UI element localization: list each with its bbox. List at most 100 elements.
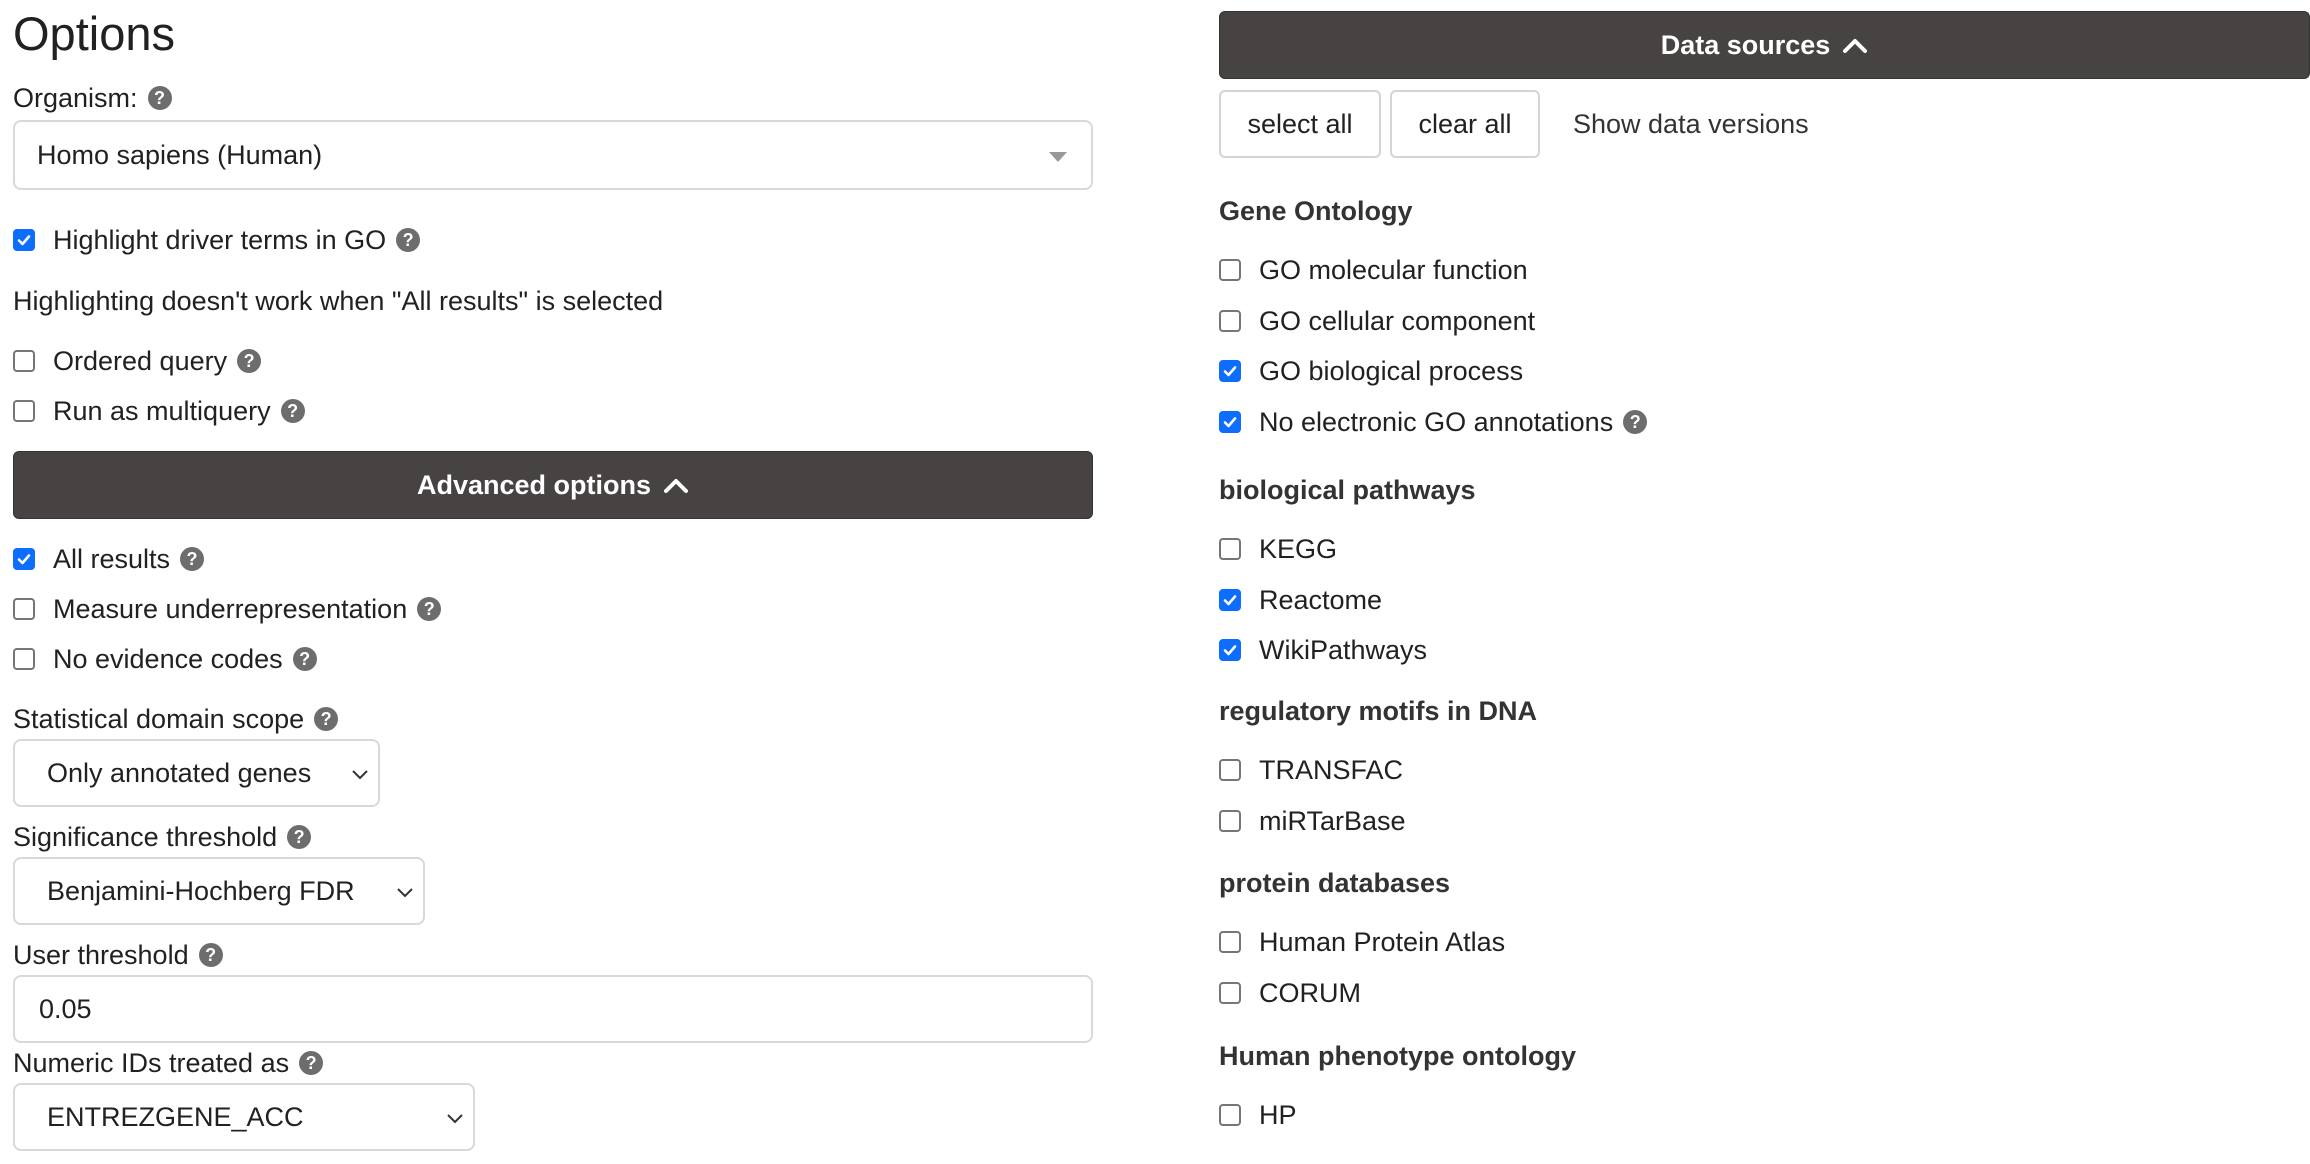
no-evidence-checkbox[interactable] [13, 648, 35, 670]
data-source-option[interactable]: WikiPathways [1219, 632, 1427, 668]
significance-select[interactable]: Benjamini-Hochberg FDR [13, 857, 425, 925]
help-icon[interactable]: ? [180, 547, 205, 571]
section-heading: regulatory motifs in DNA [1219, 696, 1538, 726]
domain-scope-value: Only annotated genes [47, 757, 312, 788]
clear-all-button[interactable]: clear all [1390, 90, 1540, 158]
data-source-checkbox[interactable] [1219, 538, 1241, 560]
data-source-label: WikiPathways [1259, 635, 1428, 665]
section-heading: biological pathways [1219, 475, 1476, 505]
user-threshold-label: User threshold ? [13, 937, 223, 973]
help-icon[interactable]: ? [417, 597, 442, 621]
help-icon[interactable]: ? [147, 86, 172, 110]
help-icon[interactable]: ? [396, 228, 421, 252]
organism-select-value: Homo sapiens (Human) [37, 139, 323, 170]
domain-scope-label-text: Statistical domain scope [13, 704, 305, 734]
advanced-options-toggle[interactable]: Advanced options [13, 451, 1093, 519]
ordered-query-checkbox[interactable] [13, 350, 35, 372]
data-source-label: HP [1259, 1100, 1297, 1130]
data-source-checkbox[interactable] [1219, 759, 1241, 781]
data-source-checkbox[interactable] [1219, 410, 1241, 433]
data-source-option[interactable]: No electronic GO annotations? [1219, 404, 1648, 440]
multiquery-label: Run as multiquery [53, 396, 271, 426]
domain-scope-select[interactable]: Only annotated genes [13, 739, 380, 807]
data-source-option[interactable]: GO molecular function [1219, 252, 1528, 288]
data-source-label: Reactome [1259, 584, 1383, 615]
data-source-option[interactable]: miRTarBase [1219, 803, 1406, 839]
help-icon[interactable]: ? [198, 943, 223, 967]
help-icon[interactable]: ? [280, 399, 305, 423]
advanced-options-label: Advanced options [416, 469, 652, 500]
data-source-checkbox[interactable] [1219, 259, 1241, 281]
data-source-label: GO molecular function [1259, 255, 1528, 285]
data-source-option[interactable]: CORUM [1219, 975, 1361, 1011]
significance-value: Benjamini-Hochberg FDR [47, 875, 355, 906]
data-source-checkbox[interactable] [1219, 1104, 1241, 1126]
data-sources-label: Data sources [1660, 29, 1831, 60]
chevron-down-icon [397, 888, 413, 898]
chevron-down-icon [447, 1114, 463, 1124]
data-source-label: CORUM [1259, 977, 1361, 1008]
data-source-label: No electronic GO annotations [1259, 406, 1614, 437]
help-icon[interactable]: ? [287, 825, 312, 849]
data-source-label: GO biological process [1259, 356, 1524, 386]
chevron-down-icon [352, 770, 368, 780]
significance-label-text: Significance threshold [13, 822, 278, 852]
highlight-note: Highlighting doesn't work when "All resu… [13, 286, 664, 316]
data-source-option[interactable]: KEGG [1219, 531, 1337, 567]
data-source-checkbox[interactable] [1219, 931, 1241, 953]
user-threshold-label-text: User threshold [13, 940, 189, 970]
multiquery-option[interactable]: Run as multiquery ? [13, 393, 305, 429]
underrepresentation-checkbox[interactable] [13, 598, 35, 620]
help-icon[interactable]: ? [299, 1051, 324, 1075]
help-icon[interactable]: ? [1623, 409, 1648, 434]
data-source-label: TRANSFAC [1259, 755, 1404, 785]
organism-label: Organism: ? [13, 80, 172, 116]
underrepresentation-label: Measure underrepresentation [53, 594, 408, 624]
numeric-ids-label-text: Numeric IDs treated as [13, 1048, 290, 1078]
user-threshold-input[interactable]: 0.05 [13, 975, 1093, 1043]
chevron-up-icon [664, 479, 689, 493]
highlight-driver-checkbox[interactable] [13, 229, 35, 251]
data-source-option[interactable]: TRANSFAC [1219, 752, 1403, 788]
help-icon[interactable]: ? [314, 707, 339, 731]
data-source-checkbox[interactable] [1219, 309, 1241, 332]
data-source-option[interactable]: GO biological process [1219, 353, 1523, 389]
section-heading: Human phenotype ontology [1219, 1041, 1576, 1071]
organism-label-text: Organism: [13, 83, 138, 113]
data-source-label: miRTarBase [1259, 805, 1406, 836]
select-all-button[interactable]: select all [1219, 90, 1381, 158]
data-source-checkbox[interactable] [1219, 588, 1241, 611]
all-results-checkbox[interactable] [13, 548, 35, 570]
all-results-option[interactable]: All results ? [13, 541, 205, 577]
data-source-checkbox[interactable] [1219, 639, 1241, 661]
help-icon[interactable]: ? [292, 647, 317, 671]
section-heading: protein databases [1219, 868, 1451, 898]
domain-scope-label: Statistical domain scope ? [13, 701, 339, 737]
check-icon [1223, 416, 1237, 427]
chevron-up-icon [1843, 39, 1868, 53]
page-title: Options [13, 7, 175, 60]
no-evidence-option[interactable]: No evidence codes ? [13, 641, 317, 677]
data-source-option[interactable]: HP [1219, 1097, 1297, 1133]
data-source-label: KEGG [1259, 534, 1338, 564]
data-source-checkbox[interactable] [1219, 981, 1241, 1004]
data-source-option[interactable]: Reactome [1219, 582, 1382, 618]
data-sources-toggle[interactable]: Data sources [1219, 11, 2310, 79]
data-source-checkbox[interactable] [1219, 360, 1241, 382]
ordered-query-option[interactable]: Ordered query ? [13, 343, 262, 379]
numeric-ids-label: Numeric IDs treated as ? [13, 1045, 324, 1081]
data-source-label: GO cellular component [1259, 305, 1536, 336]
underrepresentation-option[interactable]: Measure underrepresentation ? [13, 591, 442, 627]
highlight-driver-option[interactable]: Highlight driver terms in GO ? [13, 222, 421, 258]
data-source-option[interactable]: Human Protein Atlas [1219, 924, 1505, 960]
organism-select[interactable]: Homo sapiens (Human) [13, 120, 1093, 190]
multiquery-checkbox[interactable] [13, 400, 35, 422]
check-icon [1223, 594, 1237, 605]
data-source-checkbox[interactable] [1219, 809, 1241, 832]
section-heading: Gene Ontology [1219, 196, 1413, 226]
data-source-option[interactable]: GO cellular component [1219, 303, 1535, 339]
numeric-ids-select[interactable]: ENTREZGENE_ACC [13, 1083, 475, 1151]
numeric-ids-value: ENTREZGENE_ACC [47, 1101, 304, 1132]
show-data-versions-link[interactable]: Show data versions [1573, 106, 1809, 142]
help-icon[interactable]: ? [237, 349, 262, 373]
